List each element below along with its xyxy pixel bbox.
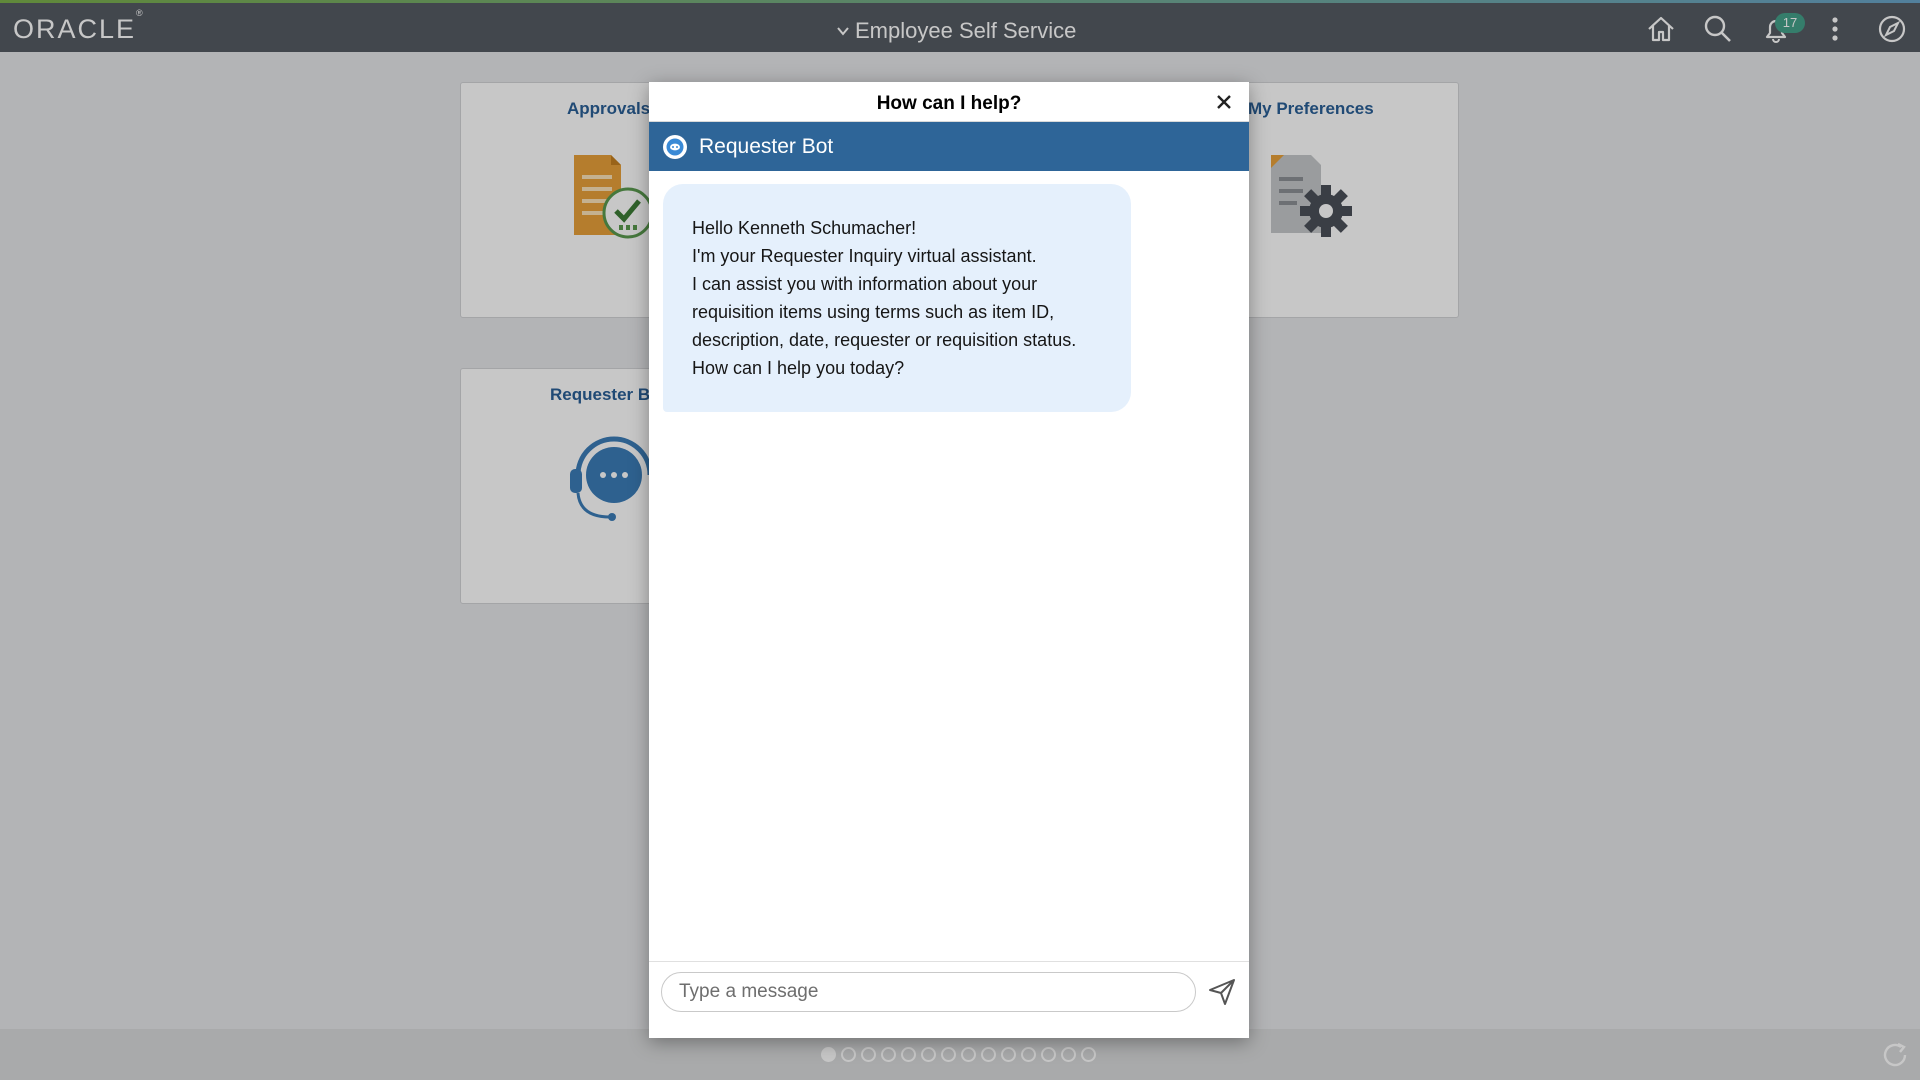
message-line: description, date, requester or requisit… (692, 330, 1077, 350)
send-icon[interactable] (1207, 977, 1237, 1007)
conversation-area[interactable]: Hello Kenneth Schumacher! I'm your Reque… (649, 171, 1249, 961)
bot-message-bubble: Hello Kenneth Schumacher! I'm your Reque… (663, 184, 1131, 412)
bot-name: Requester Bot (699, 135, 834, 158)
message-line: I can assist you with information about … (692, 274, 1038, 294)
dialog-title: How can I help? (876, 93, 1022, 114)
message-composer (649, 961, 1249, 1038)
message-line: I'm your Requester Inquiry virtual assis… (692, 246, 1037, 266)
bot-title-bar: Requester Bot (649, 122, 1249, 171)
bot-avatar-icon (663, 135, 687, 159)
message-line: How can I help you today? (692, 358, 905, 378)
dialog-header: How can I help? (649, 82, 1249, 122)
message-input[interactable] (661, 972, 1196, 1012)
chat-dialog: How can I help? Requester Bot Hello Kenn… (649, 82, 1249, 1038)
message-line: requisition items using terms such as it… (692, 302, 1055, 322)
message-line: Hello Kenneth Schumacher! (692, 218, 917, 238)
close-icon[interactable] (1215, 93, 1233, 111)
